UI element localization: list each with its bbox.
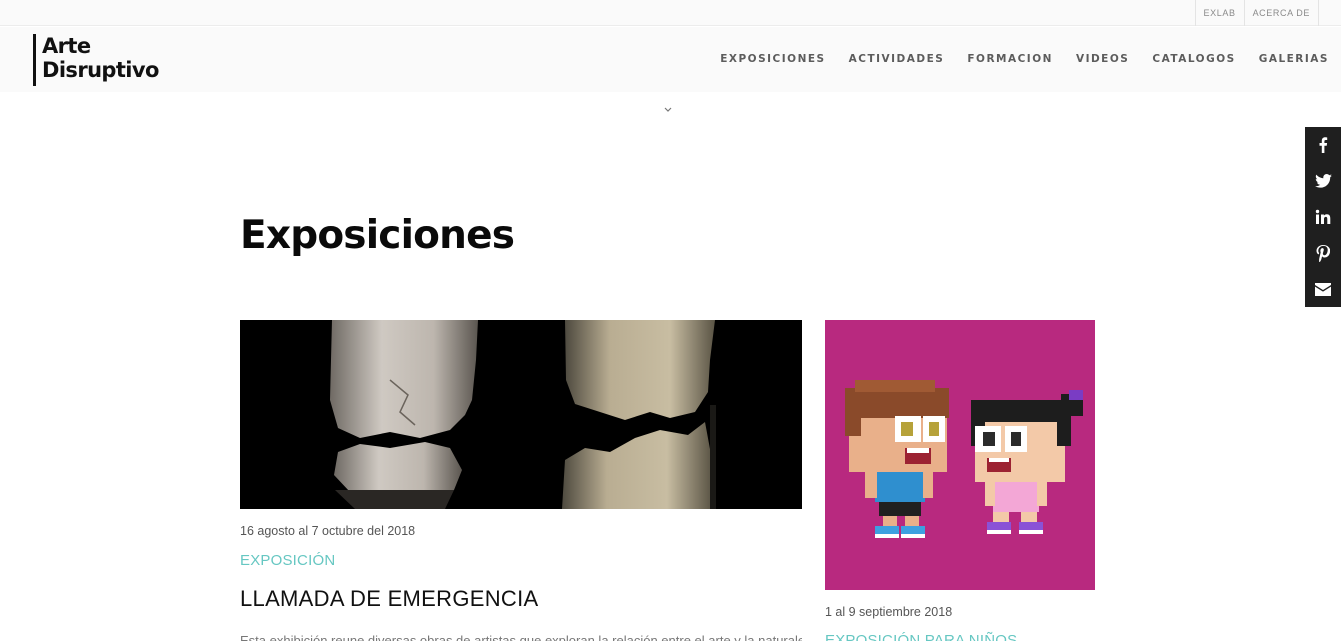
post-title[interactable]: LLAMADA DE EMERGENCIA bbox=[240, 586, 539, 612]
page-title: Exposiciones bbox=[240, 213, 515, 258]
pinterest-icon[interactable] bbox=[1305, 235, 1341, 271]
site-header: Arte Disruptivo EXPOSICIONES ACTIVIDADES… bbox=[0, 27, 1341, 92]
nav-item-formacion[interactable]: FORMACION bbox=[967, 53, 1053, 65]
post-image-exposicion-para-ninos[interactable] bbox=[825, 320, 1095, 590]
nav-item-catalogos[interactable]: CATALOGOS bbox=[1152, 53, 1235, 65]
top-utility-bar: EXLAB ACERCA DE bbox=[0, 0, 1341, 26]
top-link-exlab[interactable]: EXLAB bbox=[1194, 0, 1244, 26]
post-category[interactable]: EXPOSICIÓN bbox=[240, 552, 335, 569]
main-nav: EXPOSICIONES ACTIVIDADES FORMACION VIDEO… bbox=[697, 27, 1329, 90]
post-category[interactable]: EXPOSICIÓN PARA NIÑOS bbox=[825, 632, 1017, 641]
nav-item-galerias[interactable]: GALERIAS bbox=[1259, 53, 1329, 65]
chevron-down-icon[interactable] bbox=[662, 104, 674, 116]
nav-item-actividades[interactable]: ACTIVIDADES bbox=[849, 53, 945, 65]
nav-item-videos[interactable]: VIDEOS bbox=[1076, 53, 1129, 65]
top-link-acerca-de[interactable]: ACERCA DE bbox=[1243, 0, 1319, 26]
logo-line-1: Arte bbox=[42, 34, 91, 58]
post-image-llamada-de-emergencia[interactable] bbox=[240, 320, 802, 509]
top-links: EXLAB ACERCA DE bbox=[1194, 0, 1319, 26]
twitter-icon[interactable] bbox=[1305, 163, 1341, 199]
email-icon[interactable] bbox=[1305, 271, 1341, 307]
post-date: 1 al 9 septiembre 2018 bbox=[825, 605, 953, 619]
social-share-bar bbox=[1305, 127, 1341, 307]
logo-line-2: Disruptivo bbox=[42, 58, 159, 82]
facebook-icon[interactable] bbox=[1305, 127, 1341, 163]
site-logo[interactable]: Arte Disruptivo bbox=[33, 34, 159, 86]
post-date: 16 agosto al 7 octubre del 2018 bbox=[240, 524, 416, 538]
post-excerpt: Esta exhibición reune diversas obras de … bbox=[240, 633, 802, 641]
linkedin-icon[interactable] bbox=[1305, 199, 1341, 235]
nav-item-exposiciones[interactable]: EXPOSICIONES bbox=[720, 53, 825, 65]
